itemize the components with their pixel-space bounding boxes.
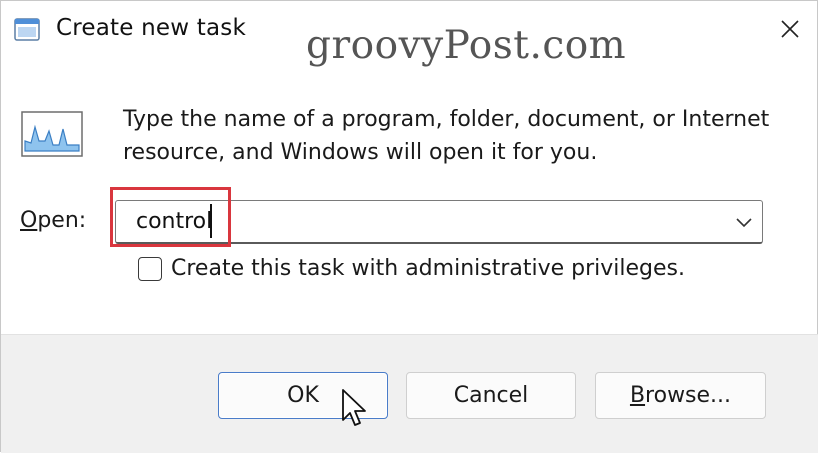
admin-privileges-checkbox[interactable] (138, 257, 162, 281)
instruction-text: Type the name of a program, folder, docu… (123, 107, 770, 165)
browse-accesskey: B (629, 383, 646, 408)
task-manager-icon (14, 18, 40, 41)
window-title: Create new task (56, 15, 246, 41)
close-button[interactable] (769, 9, 811, 49)
title-bar: Create new task groovyPost.com (1, 1, 818, 68)
watermark-text: groovyPost.com (306, 23, 627, 68)
open-label: Open: (20, 208, 86, 233)
open-label-text: pen: (37, 208, 87, 233)
admin-privileges-label[interactable]: Create this task with administrative pri… (171, 256, 685, 281)
browse-label: rowse... (645, 383, 732, 408)
browse-button[interactable]: Browse... (595, 372, 766, 419)
chevron-down-icon[interactable] (734, 212, 754, 232)
mouse-pointer-icon (342, 389, 366, 426)
run-dialog-icon (21, 111, 83, 157)
close-icon (781, 20, 799, 38)
cancel-button[interactable]: Cancel (406, 372, 576, 419)
create-new-task-dialog: Create new task groovyPost.com Type the … (0, 0, 818, 453)
open-label-accesskey: O (20, 208, 38, 233)
highlight-box (110, 187, 231, 247)
